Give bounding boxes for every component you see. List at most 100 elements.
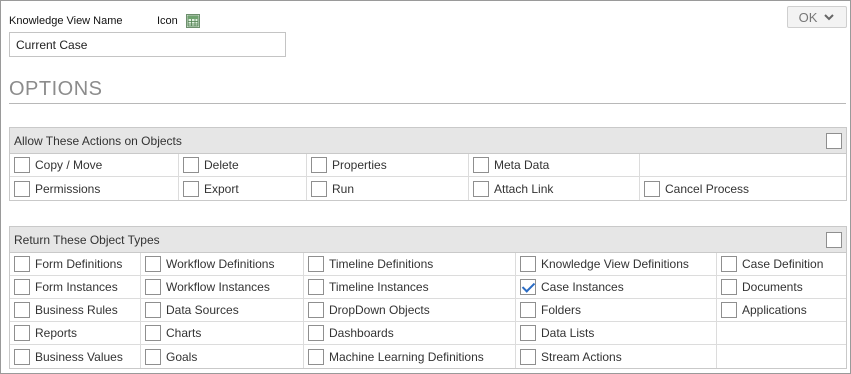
delete-checkbox[interactable] [183, 157, 199, 173]
options-heading: OPTIONS [9, 78, 103, 100]
object-types-section: Return These Object Types Form Definitio… [9, 226, 847, 369]
cancel-process-checkbox[interactable] [644, 180, 660, 197]
view-name-input[interactable] [9, 32, 286, 57]
knowledge-view-editor: Knowledge View Name Icon OK OPTIONS Allo… [0, 0, 851, 374]
form-definitions-checkbox[interactable] [14, 256, 30, 272]
option-label: Documents [742, 280, 803, 294]
option-permissions[interactable]: Permissions [10, 177, 179, 200]
ok-label: OK [798, 9, 818, 25]
option-label: Meta Data [494, 158, 550, 172]
option-label: Knowledge View Definitions [541, 257, 689, 271]
stream-actions-checkbox[interactable] [520, 348, 536, 365]
option-attach-link[interactable]: Attach Link [469, 177, 640, 200]
option-label: Timeline Definitions [329, 257, 434, 271]
option-stream-actions[interactable]: Stream Actions [516, 345, 717, 368]
empty-cell [717, 322, 846, 344]
export-checkbox[interactable] [183, 180, 199, 197]
copy-move-checkbox[interactable] [14, 157, 30, 173]
charts-checkbox[interactable] [145, 325, 161, 341]
option-label: Stream Actions [541, 349, 622, 364]
option-label: DropDown Objects [329, 303, 430, 317]
option-label: Case Instances [541, 280, 624, 294]
option-label: Machine Learning Definitions [329, 349, 484, 364]
option-label: Business Rules [35, 303, 118, 317]
knowledge-view-definitions-checkbox[interactable] [520, 256, 536, 272]
documents-checkbox[interactable] [721, 279, 737, 295]
timeline-definitions-checkbox[interactable] [308, 256, 324, 272]
option-case-instances[interactable]: Case Instances [516, 276, 717, 298]
option-case-definition[interactable]: Case Definition [717, 253, 846, 275]
data-lists-checkbox[interactable] [520, 325, 536, 341]
option-data-lists[interactable]: Data Lists [516, 322, 717, 344]
option-copy-move[interactable]: Copy / Move [10, 154, 179, 176]
option-label: Goals [166, 349, 198, 364]
chevron-down-icon [824, 14, 835, 21]
actions-grid: Copy / Move Delete Properties Meta Data Perm… [10, 154, 846, 200]
applications-checkbox[interactable] [721, 302, 737, 318]
select-all-types-checkbox[interactable] [826, 232, 842, 248]
option-export[interactable]: Export [179, 177, 307, 200]
option-row: Copy / Move Delete Properties Meta Data [10, 154, 846, 177]
option-form-definitions[interactable]: Form Definitions [10, 253, 141, 275]
option-delete[interactable]: Delete [179, 154, 307, 176]
option-dashboards[interactable]: Dashboards [304, 322, 516, 344]
option-properties[interactable]: Properties [307, 154, 469, 176]
option-workflow-instances[interactable]: Workflow Instances [141, 276, 304, 298]
folders-checkbox[interactable] [520, 302, 536, 318]
properties-checkbox[interactable] [311, 157, 327, 173]
ok-button[interactable]: OK [787, 6, 847, 28]
select-all-actions-checkbox[interactable] [826, 133, 842, 149]
attach-link-checkbox[interactable] [473, 180, 489, 197]
option-label: Case Definition [742, 257, 824, 271]
actions-section-header: Allow These Actions on Objects [10, 128, 846, 154]
option-data-sources[interactable]: Data Sources [141, 299, 304, 321]
option-label: Form Instances [35, 280, 118, 294]
option-label: Delete [204, 158, 239, 172]
case-definition-checkbox[interactable] [721, 256, 737, 272]
goals-checkbox[interactable] [145, 348, 161, 365]
option-label: Charts [166, 326, 202, 340]
option-goals[interactable]: Goals [141, 345, 304, 368]
option-reports[interactable]: Reports [10, 322, 141, 344]
business-values-checkbox[interactable] [14, 348, 30, 365]
option-dropdown-objects[interactable]: DropDown Objects [304, 299, 516, 321]
option-run[interactable]: Run [307, 177, 469, 200]
form-instances-checkbox[interactable] [14, 279, 30, 295]
data-sources-checkbox[interactable] [145, 302, 161, 318]
table-icon[interactable] [186, 14, 200, 28]
option-form-instances[interactable]: Form Instances [10, 276, 141, 298]
dropdown-objects-checkbox[interactable] [308, 302, 324, 318]
machine-learning-definitions-checkbox[interactable] [308, 348, 324, 365]
option-label: Copy / Move [35, 158, 103, 172]
option-documents[interactable]: Documents [717, 276, 846, 298]
reports-checkbox[interactable] [14, 325, 30, 341]
permissions-checkbox[interactable] [14, 180, 30, 197]
dashboards-checkbox[interactable] [308, 325, 324, 341]
option-label: Permissions [35, 181, 101, 196]
actions-section: Allow These Actions on Objects Copy / Mo… [9, 127, 847, 201]
option-knowledge-view-definitions[interactable]: Knowledge View Definitions [516, 253, 717, 275]
option-business-values[interactable]: Business Values [10, 345, 141, 368]
option-meta-data[interactable]: Meta Data [469, 154, 640, 176]
option-charts[interactable]: Charts [141, 322, 304, 344]
option-business-rules[interactable]: Business Rules [10, 299, 141, 321]
object-types-section-title: Return These Object Types [14, 233, 160, 247]
run-checkbox[interactable] [311, 180, 327, 197]
workflow-instances-checkbox[interactable] [145, 279, 161, 295]
option-applications[interactable]: Applications [717, 299, 846, 321]
option-machine-learning-definitions[interactable]: Machine Learning Definitions [304, 345, 516, 368]
option-workflow-definitions[interactable]: Workflow Definitions [141, 253, 304, 275]
option-folders[interactable]: Folders [516, 299, 717, 321]
option-label: Applications [742, 303, 807, 317]
timeline-instances-checkbox[interactable] [308, 279, 324, 295]
option-row: Business Values Goals Machine Learning Def… [10, 345, 846, 368]
option-timeline-instances[interactable]: Timeline Instances [304, 276, 516, 298]
meta-data-checkbox[interactable] [473, 157, 489, 173]
business-rules-checkbox[interactable] [14, 302, 30, 318]
option-label: Export [204, 181, 239, 196]
object-types-section-header: Return These Object Types [10, 227, 846, 253]
case-instances-checkbox[interactable] [520, 279, 536, 295]
workflow-definitions-checkbox[interactable] [145, 256, 161, 272]
option-cancel-process[interactable]: Cancel Process [640, 177, 846, 200]
option-timeline-definitions[interactable]: Timeline Definitions [304, 253, 516, 275]
